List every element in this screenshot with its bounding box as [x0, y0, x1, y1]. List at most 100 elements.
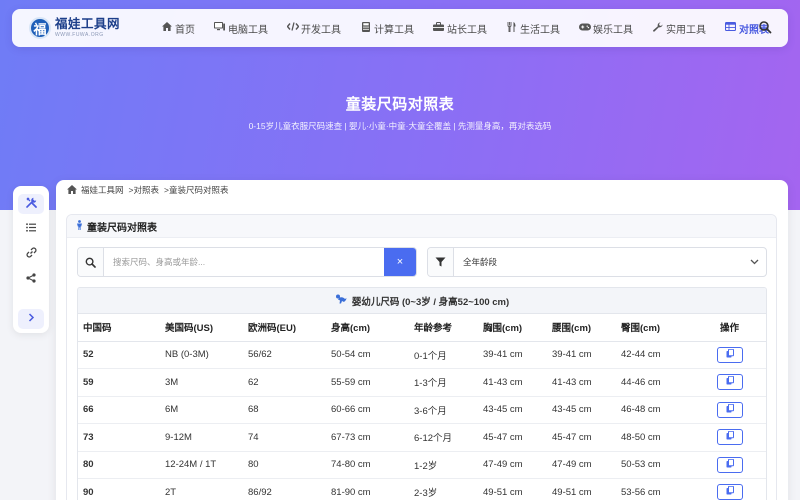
table-cell: 47-49 cm [478, 451, 547, 479]
table-cell: 59 [78, 368, 160, 397]
table-cell: NB (0-3M) [160, 341, 243, 369]
search-icon[interactable] [758, 20, 772, 34]
table-cell: 90 [78, 478, 160, 500]
main-nav: 首页 电脑工具 开发工具 计算工具 站长工具 生活工具 娱乐工具 实用工具 对照… [161, 21, 788, 36]
main-content-card: 福娃工具网 >对照表 >童装尺码对照表 童装尺码对照表 × 全年龄段 [56, 180, 788, 500]
home-icon [67, 185, 77, 195]
column-header: 中国码 [78, 314, 160, 342]
table-cell: 68 [243, 396, 326, 424]
table-cell-actions [691, 368, 766, 397]
copy-button[interactable] [716, 456, 743, 473]
table-row: 52 NB (0-3M) 56/62 50-54 cm 0-1个月 39-41 cm 39-… [78, 341, 766, 369]
table-row: 59 3M 62 55-59 cm 1-3个月 41-43 cm 41-43 cm 44-46… [78, 368, 766, 397]
copy-button[interactable] [716, 346, 743, 363]
table-cell: 1-3个月 [409, 368, 478, 397]
table-header-row: 中国码 美国码(US) 欧洲码(EU) 身高(cm) 年龄参考 胸围(cm) 腰… [78, 314, 766, 342]
search-box: × [77, 247, 417, 277]
site-name: 福娃工具网 [55, 17, 121, 32]
copy-icon [726, 376, 734, 388]
search-icon [78, 248, 104, 276]
share-button[interactable] [18, 269, 44, 289]
table-cell: 2-3岁 [409, 478, 478, 500]
table-cell: 80 [243, 451, 326, 479]
age-filter-select[interactable]: 全年龄段 [427, 247, 767, 277]
nav-item-home[interactable]: 首页 [161, 21, 195, 36]
age-filter-value: 全年龄段 [463, 257, 498, 267]
nav-label: 开发工具 [301, 24, 341, 36]
table-row: 73 9-12M 74 67-73 cm 6-12个月 45-47 cm 45-47 cm 4… [78, 423, 766, 452]
column-header: 美国码(US) [160, 314, 243, 342]
logo-mark: 福 [29, 17, 51, 39]
table-cell: 39-41 cm [478, 341, 547, 369]
list-icon [26, 223, 36, 235]
baby-icon [335, 294, 347, 307]
nav-item-life-tools[interactable]: 生活工具 [506, 21, 560, 36]
nav-label: 计算工具 [374, 24, 414, 36]
table-cell-actions [691, 478, 766, 500]
table-cell: 6-12个月 [409, 423, 478, 452]
site-logo[interactable]: 福 福娃工具网 WWW.FUWA.ORG [29, 17, 148, 39]
nav-item-fun-tools[interactable]: 娱乐工具 [579, 21, 633, 36]
chevron-down-icon [742, 248, 766, 276]
table-cell: 3M [160, 368, 243, 397]
nav-label: 电脑工具 [228, 24, 268, 36]
table-cell: 39-41 cm [547, 341, 616, 369]
table-cell: 42-44 cm [616, 341, 691, 369]
nav-label: 首页 [175, 24, 195, 36]
clear-search-button[interactable]: × [384, 248, 416, 276]
table-cell: 12-24M / 1T [160, 451, 243, 479]
copy-button[interactable] [716, 374, 743, 391]
table-cell: 43-45 cm [478, 396, 547, 424]
table-cell: 9-12M [160, 423, 243, 452]
table-cell: 47-49 cm [547, 451, 616, 479]
table-cell: 1-2岁 [409, 451, 478, 479]
nav-item-pc-tools[interactable]: 电脑工具 [214, 21, 268, 36]
copy-icon [726, 486, 734, 498]
column-header: 年龄参考 [409, 314, 478, 342]
link-icon [26, 247, 37, 261]
size-table: 婴幼儿尺码 (0~3岁 / 身高52~100 cm) 中国码 美国码(US) 欧… [77, 287, 767, 500]
page-title: 童装尺码对照表 [345, 96, 455, 113]
site-domain: WWW.FUWA.ORG [55, 31, 104, 38]
copy-button[interactable] [716, 401, 743, 418]
panel-title: 童装尺码对照表 [87, 222, 157, 234]
copy-icon [726, 403, 734, 416]
size-search-input[interactable] [104, 248, 384, 276]
breadcrumb-category-link[interactable]: >对照表 [129, 184, 159, 196]
table-icon [724, 21, 737, 34]
column-header: 腰围(cm) [547, 314, 616, 342]
nav-label: 站长工具 [447, 24, 487, 36]
tools-shortcut-button[interactable] [18, 194, 44, 214]
copy-button[interactable] [716, 484, 743, 500]
table-cell: 48-50 cm [616, 423, 691, 452]
table-cell: 86/92 [243, 478, 326, 500]
panel-header: 童装尺码对照表 [67, 215, 776, 238]
breadcrumb-current: >童装尺码对照表 [163, 185, 229, 195]
toolbox-icon [433, 22, 444, 34]
home-icon [161, 22, 172, 34]
table-cell: 80 [78, 451, 160, 479]
nav-label: 实用工具 [666, 24, 706, 36]
table-cell: 41-43 cm [478, 368, 547, 397]
link-button[interactable] [18, 244, 44, 264]
copy-icon [726, 431, 734, 443]
table-cell: 3-6个月 [409, 396, 478, 424]
tools-icon [25, 197, 37, 211]
nav-item-calc-tools[interactable]: 计算工具 [360, 21, 414, 36]
toolbar-toggle-button[interactable] [18, 309, 44, 329]
nav-item-practical-tools[interactable]: 实用工具 [652, 21, 706, 36]
table-cell: 60-66 cm [326, 396, 409, 424]
table-group-title: 婴幼儿尺码 (0~3岁 / 身高52~100 cm) [351, 296, 510, 308]
table-cell: 74 [243, 423, 326, 452]
nav-item-webmaster-tools[interactable]: 站长工具 [433, 21, 487, 36]
table-cell: 50-54 cm [326, 341, 409, 369]
copy-button[interactable] [716, 429, 743, 446]
list-button[interactable] [18, 219, 44, 239]
breadcrumb-home-link[interactable]: 福娃工具网 [81, 184, 124, 196]
child-icon [76, 219, 83, 233]
table-cell-actions [691, 396, 766, 424]
nav-item-dev-tools[interactable]: 开发工具 [286, 21, 341, 36]
nav-label: 生活工具 [520, 24, 560, 36]
chevron-right-icon [28, 313, 35, 325]
gamepad-icon [579, 23, 591, 34]
